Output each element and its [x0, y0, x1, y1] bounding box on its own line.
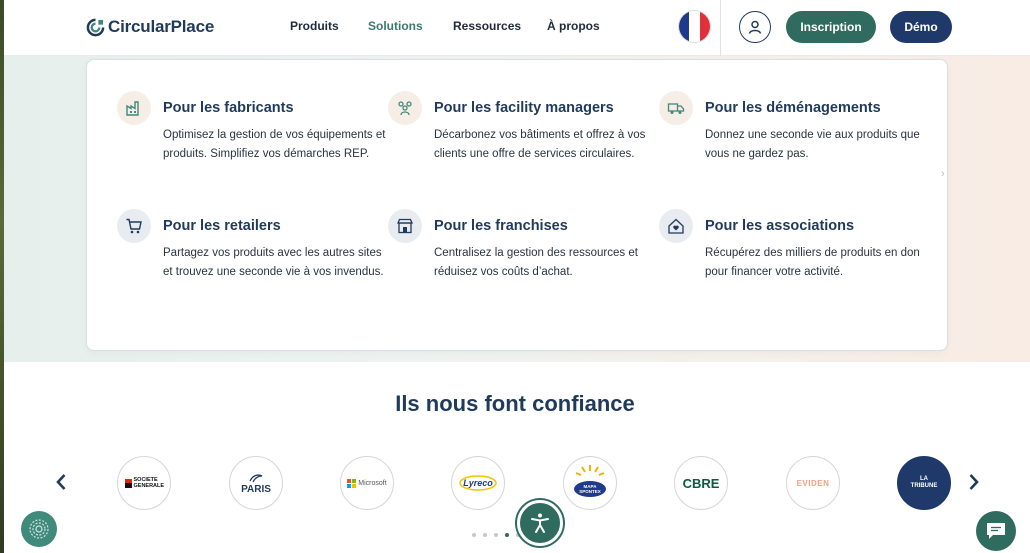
- brand-logo[interactable]: CircularPlace: [86, 16, 214, 38]
- demo-button[interactable]: Démo: [890, 11, 952, 43]
- carousel-dot[interactable]: [494, 533, 498, 537]
- solution-title: Pour les déménagements: [705, 100, 881, 116]
- logo-text: SOCIETE GENERALE: [133, 477, 165, 489]
- circularplace-logo-icon: [86, 18, 105, 36]
- logo-text: Lyreco: [463, 478, 493, 488]
- carousel-dot-active[interactable]: [505, 533, 509, 537]
- logo-text: Microsoft: [358, 479, 387, 487]
- solution-description: Récupérez des milliers de produits en do…: [705, 247, 920, 278]
- trust-title: Ils nous font confiance: [395, 391, 635, 416]
- partner-logo-microsoft[interactable]: Microsoft: [340, 456, 394, 510]
- chevron-left-icon: [56, 474, 66, 490]
- chevron-right-icon: ›: [941, 168, 945, 180]
- solutions-dropdown: Pour les fabricants Optimisez la gestion…: [86, 59, 948, 351]
- accessibility-button[interactable]: [517, 500, 563, 546]
- chat-button[interactable]: [976, 511, 1016, 551]
- storefront-icon: [388, 209, 422, 243]
- cart-icon: [117, 209, 151, 243]
- partner-logo-societe-generale[interactable]: SOCIETE GENERALE: [117, 456, 171, 510]
- solution-description: Décarbonez vos bâtiments et offrez à vos…: [434, 129, 646, 160]
- logo-text: PARIS: [241, 483, 271, 495]
- partner-logo-cbre[interactable]: CBRE: [674, 456, 728, 510]
- nav-ressources[interactable]: Ressources: [453, 19, 521, 33]
- solution-title: Pour les retailers: [163, 218, 281, 234]
- carousel-dot[interactable]: [472, 533, 476, 537]
- header-divider: [720, 0, 721, 56]
- partner-logo-mapa-spontex[interactable]: MAPA SPONTEX: [563, 456, 617, 510]
- solution-title: Pour les franchises: [434, 218, 568, 234]
- logo-text: EVIDEN: [796, 478, 830, 488]
- solution-description: Centralisez la gestion des ressources et…: [434, 247, 638, 278]
- solution-title: Pour les associations: [705, 218, 855, 234]
- site-header: CircularPlace Produits Solutions Ressour…: [4, 0, 1030, 56]
- partner-logo-paris[interactable]: PARIS: [229, 456, 283, 510]
- french-flag-icon[interactable]: [678, 10, 711, 43]
- nav-produits[interactable]: Produits: [290, 19, 339, 33]
- signup-button[interactable]: Inscription: [786, 11, 876, 43]
- solution-title: Pour les facility managers: [434, 100, 614, 116]
- partner-logo-la-tribune[interactable]: LA TRIBUNE: [897, 456, 951, 510]
- home-heart-icon: [659, 209, 693, 243]
- chevron-right-icon: [969, 474, 979, 490]
- logo-text: CBRE: [682, 475, 720, 491]
- privacy-badge-button[interactable]: [21, 511, 57, 547]
- truck-icon: [659, 91, 693, 125]
- chat-icon: [987, 523, 1005, 539]
- user-icon: [748, 20, 762, 34]
- logo-text: MAPA SPONTEX: [579, 484, 601, 494]
- partner-logo-eviden[interactable]: EVIDEN: [786, 456, 840, 510]
- carousel-next-button[interactable]: [966, 470, 982, 494]
- nav-solutions[interactable]: Solutions: [368, 19, 423, 33]
- solution-description: Optimisez la gestion de vos équipements …: [163, 129, 386, 160]
- partner-logo-lyreco[interactable]: Lyreco: [451, 456, 505, 510]
- carousel-prev-button[interactable]: [53, 470, 69, 494]
- nav-a-propos[interactable]: À propos: [547, 19, 600, 33]
- logo-text: LA TRIBUNE: [910, 476, 938, 489]
- solution-description: Partagez vos produits avec les autres si…: [163, 247, 384, 278]
- account-button[interactable]: [739, 11, 771, 43]
- factory-icon: [117, 91, 151, 125]
- solution-description: Donnez une seconde vie aux produits que …: [705, 129, 920, 160]
- carousel-dot[interactable]: [483, 533, 487, 537]
- carousel-pagination: [472, 533, 520, 537]
- accessibility-icon: [531, 513, 549, 533]
- brand-name: CircularPlace: [108, 17, 215, 36]
- team-icon: [388, 91, 422, 125]
- fingerprint-icon: [29, 519, 49, 539]
- solution-title: Pour les fabricants: [163, 100, 294, 116]
